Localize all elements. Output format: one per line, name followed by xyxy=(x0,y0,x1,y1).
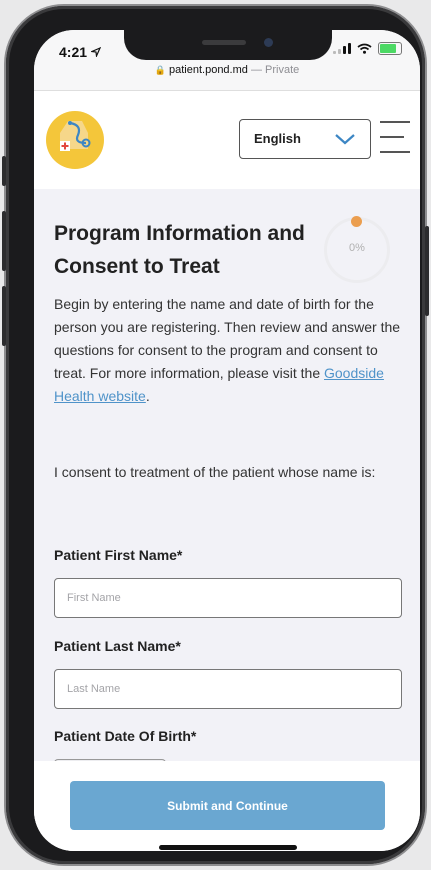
notch xyxy=(124,30,332,60)
last-name-input[interactable] xyxy=(54,669,402,709)
form-content: Program Information and Consent to Treat… xyxy=(34,189,420,761)
phone-frame: 4:21 🔒 patient.pond.md — Private English… xyxy=(2,6,429,864)
volume-down-button xyxy=(2,286,6,346)
last-name-label: Patient Last Name* xyxy=(54,638,181,654)
chevron-down-icon xyxy=(335,134,355,145)
side-button xyxy=(425,226,429,316)
logo-icon[interactable] xyxy=(46,111,104,169)
dob-label: Patient Date Of Birth* xyxy=(54,728,197,744)
address-bar[interactable]: 🔒 patient.pond.md — Private xyxy=(34,64,420,91)
page-title: Program Information and Consent to Treat xyxy=(54,222,305,278)
signal-icon xyxy=(333,43,351,54)
progress-percent: 0% xyxy=(349,242,365,254)
first-name-input[interactable] xyxy=(54,578,402,618)
site-header: English xyxy=(34,91,420,189)
progress-dot xyxy=(351,216,362,227)
submit-continue-button[interactable]: Submit and Continue xyxy=(70,781,385,830)
status-icons xyxy=(333,42,402,55)
progress-indicator: 0% xyxy=(324,216,390,283)
language-label: English xyxy=(254,131,301,146)
hamburger-menu-icon[interactable] xyxy=(380,121,410,157)
lock-icon: 🔒 xyxy=(154,65,166,75)
consent-statement: I consent to treatment of the patient wh… xyxy=(54,464,376,480)
form-footer: Submit and Continue xyxy=(34,761,420,851)
url-separator: — xyxy=(250,64,262,76)
time-text: 4:21 xyxy=(59,44,88,60)
battery-charging-icon xyxy=(378,42,402,55)
location-arrow-icon xyxy=(89,46,102,59)
intro-end: . xyxy=(145,388,150,404)
screen: 4:21 🔒 patient.pond.md — Private English… xyxy=(34,30,420,851)
intro-text: Begin by entering the name and date of b… xyxy=(54,293,404,408)
speaker xyxy=(202,40,246,45)
mute-switch xyxy=(2,156,6,186)
volume-up-button xyxy=(2,211,6,271)
wifi-icon xyxy=(357,43,372,54)
language-select[interactable]: English xyxy=(239,119,371,159)
home-indicator xyxy=(159,845,297,850)
url-domain: patient.pond.md xyxy=(169,64,248,76)
private-label: Private xyxy=(265,64,300,76)
status-time: 4:21 xyxy=(59,44,102,60)
first-name-label: Patient First Name* xyxy=(54,547,183,563)
front-camera xyxy=(264,38,273,47)
